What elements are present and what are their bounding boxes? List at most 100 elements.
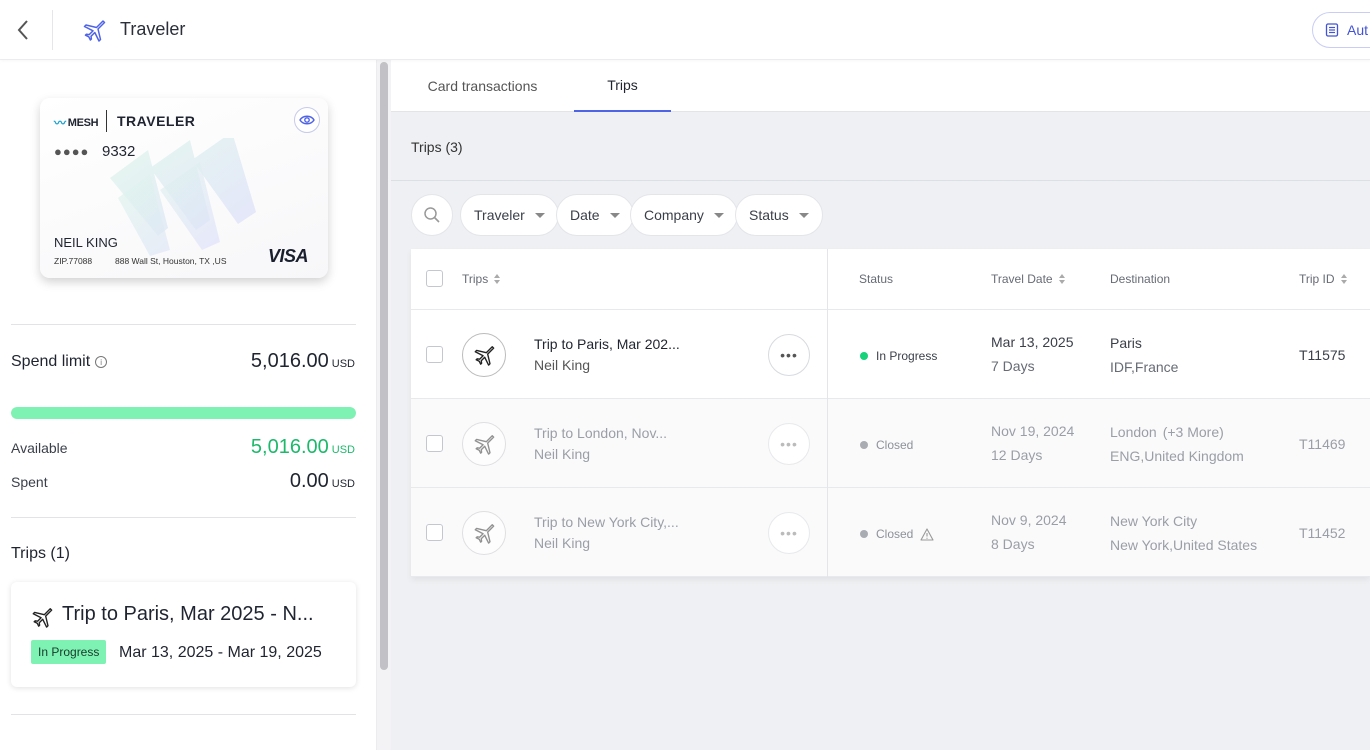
spent-value: 0.00 USD — [289, 470, 355, 492]
destination-region: ENG,United Kingdom — [1110, 448, 1244, 464]
auto-button[interactable]: Aut — [1312, 12, 1370, 48]
plane-icon — [474, 346, 495, 366]
more-dots-icon: ••• — [780, 525, 798, 541]
trip-avatar — [462, 333, 506, 377]
tab-card-transactions[interactable]: Card transactions — [391, 60, 574, 112]
eye-icon — [299, 115, 315, 125]
spend-progress-fill — [11, 407, 356, 419]
left-panel: 〰 MESH TRAVELER ●●●● 9332 NEIL KING ZIP.7… — [0, 60, 377, 750]
trip-title[interactable]: Trip to London, Nov... — [534, 425, 667, 441]
more-options-button[interactable]: ••• — [768, 423, 810, 465]
tab-trips[interactable]: Trips — [574, 60, 671, 112]
col-destination: Destination — [1110, 272, 1171, 286]
table-row[interactable]: Trip to New York City,... Neil King ••• … — [411, 488, 1370, 577]
more-options-button[interactable]: ••• — [768, 334, 810, 376]
available-label: Available — [11, 440, 68, 456]
filter-traveler[interactable]: Traveler — [460, 194, 559, 236]
more-dots-icon: ••• — [780, 436, 798, 452]
trip-avatar — [462, 511, 506, 555]
trip-traveler: Neil King — [534, 535, 591, 551]
card-address: 888 Wall St, Houston, TX ,US — [115, 256, 227, 266]
trips-table: Trips Status Travel Date Destination Tri… — [411, 249, 1370, 577]
card-product: TRAVELER — [117, 113, 196, 129]
trip-id: T11469 — [1299, 436, 1346, 452]
card-holder-name: NEIL KING — [54, 235, 118, 250]
trip-card-title: Trip to Paris, Mar 2025 - N... — [62, 603, 314, 625]
sort-icon — [1058, 274, 1065, 284]
destination-city: London (+3 More) — [1110, 424, 1224, 440]
document-icon — [1325, 23, 1339, 37]
more-destinations[interactable]: (+3 More) — [1163, 424, 1224, 440]
trips-count: Trips (3) — [411, 139, 463, 155]
search-button[interactable] — [411, 194, 453, 236]
trip-card[interactable]: Trip to Paris, Mar 2025 - N... In Progre… — [11, 582, 356, 687]
trip-id: T11575 — [1299, 347, 1346, 363]
divider — [11, 324, 356, 325]
right-panel: Card transactions Trips Trips (3) Travel… — [391, 60, 1370, 750]
trip-traveler: Neil King — [534, 357, 591, 373]
warning-icon[interactable] — [920, 527, 934, 541]
back-chevron-icon — [17, 20, 28, 40]
spend-limit-value: 5,016.00 USD — [250, 350, 355, 372]
row-checkbox[interactable] — [426, 346, 443, 363]
travel-date: Mar 13, 2025 — [991, 334, 1074, 350]
travel-date: Nov 9, 2024 — [991, 512, 1067, 528]
spend-progress-bar — [11, 407, 356, 419]
status-badge: Closed — [860, 438, 913, 452]
status-badge: Closed — [860, 527, 934, 541]
plane-icon — [474, 524, 495, 544]
destination-city: Paris — [1110, 335, 1142, 351]
col-travel-date[interactable]: Travel Date — [991, 272, 1065, 286]
table-row[interactable]: Trip to Paris, Mar 202... Neil King ••• … — [411, 310, 1370, 399]
tab-bar: Card transactions Trips — [391, 60, 1370, 112]
plane-icon — [474, 435, 495, 455]
left-trips-title: Trips (1) — [11, 545, 70, 562]
trip-duration: 12 Days — [991, 447, 1043, 463]
filter-date[interactable]: Date — [556, 194, 634, 236]
more-options-button[interactable]: ••• — [768, 512, 810, 554]
filter-company[interactable]: Company — [630, 194, 738, 236]
row-checkbox[interactable] — [426, 435, 443, 452]
page-title: Traveler — [120, 19, 186, 39]
travel-date: Nov 19, 2024 — [991, 423, 1075, 439]
select-all-checkbox[interactable] — [426, 270, 443, 287]
trip-duration: 7 Days — [991, 358, 1035, 374]
trip-traveler: Neil King — [534, 446, 591, 462]
divider — [11, 517, 356, 518]
info-icon[interactable]: i — [95, 356, 108, 368]
auto-button-label: Aut — [1347, 22, 1369, 38]
col-trip-id[interactable]: Trip ID — [1299, 272, 1347, 286]
back-button[interactable] — [10, 16, 36, 44]
row-checkbox[interactable] — [426, 524, 443, 541]
trip-card-dates: Mar 13, 2025 - Mar 19, 2025 — [119, 644, 322, 661]
status-badge: In Progress — [31, 640, 107, 664]
table-row[interactable]: Trip to London, Nov... Neil King ••• Clo… — [411, 399, 1370, 488]
payment-card: 〰 MESH TRAVELER ●●●● 9332 NEIL KING ZIP.7… — [40, 98, 328, 278]
plane-icon — [32, 608, 53, 628]
available-value: 5,016.00 USD — [250, 436, 355, 458]
card-masked-dots: ●●●● — [54, 144, 90, 159]
chevron-down-icon — [798, 212, 809, 218]
card-divider — [106, 110, 107, 132]
divider — [391, 180, 1370, 181]
col-trips[interactable]: Trips — [462, 272, 501, 286]
column-divider — [827, 249, 828, 577]
filter-status[interactable]: Status — [735, 194, 823, 236]
destination-region: New York,United States — [1110, 537, 1258, 553]
card-zip: ZIP.77088 — [54, 256, 93, 266]
plane-icon — [83, 20, 106, 42]
trip-title[interactable]: Trip to New York City,... — [534, 514, 679, 530]
card-last4: 9332 — [102, 143, 136, 160]
search-icon — [424, 207, 440, 223]
chevron-down-icon — [713, 212, 724, 218]
top-header: Traveler Aut — [0, 0, 1370, 60]
more-dots-icon: ••• — [780, 347, 798, 363]
scrollbar-thumb[interactable] — [380, 62, 388, 670]
sort-icon — [1340, 274, 1347, 284]
left-scrollbar[interactable] — [377, 60, 391, 750]
spent-label: Spent — [11, 474, 48, 490]
destination-city: New York City — [1110, 513, 1198, 529]
trip-title[interactable]: Trip to Paris, Mar 202... — [534, 336, 680, 352]
reveal-card-button[interactable] — [294, 107, 320, 133]
trip-id: T11452 — [1299, 525, 1346, 541]
